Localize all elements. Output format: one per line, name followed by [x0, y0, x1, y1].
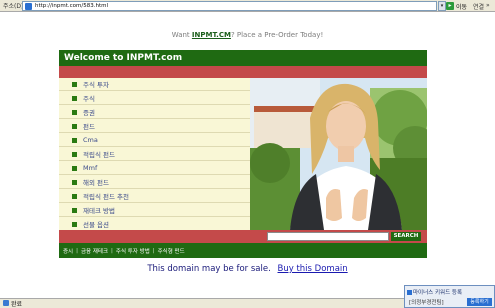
menu-item[interactable]: 해외 펀드 — [59, 176, 250, 189]
buy-domain-link[interactable]: Buy this Domain — [278, 264, 348, 274]
search-input[interactable] — [267, 232, 389, 241]
panel-header: Welcome to INPMT.com — [59, 50, 427, 66]
address-label: 주소(D) — [3, 3, 24, 10]
hero-photo — [250, 78, 427, 230]
menu-item[interactable]: 주식 — [59, 92, 250, 105]
menu-item[interactable]: 펀드 — [59, 120, 250, 133]
parked-domain-panel: Welcome to INPMT.com 주식 투자 주식 증권 펀드 Cma … — [59, 50, 427, 260]
bullet-icon — [72, 95, 77, 101]
go-arrow-icon: ▸ — [446, 2, 454, 10]
keyword-popup: 마이너스 키워드 등록 [의정부경전팀] 등록하기 — [404, 285, 495, 308]
menu-item[interactable]: 적립식 펀드 — [59, 148, 250, 161]
bullet-icon — [72, 109, 77, 115]
category-menu: 주식 투자 주식 증권 펀드 Cma 적립식 펀드 Mmf 해외 펀드 적립식 … — [59, 78, 250, 231]
menu-item-label[interactable]: 적립식 펀드 추천 — [83, 191, 129, 201]
status-text: 완료 — [11, 301, 23, 308]
footer-separator: | — [111, 247, 113, 254]
footer-link[interactable]: 주식형 펀드 — [158, 247, 185, 255]
popup-register-button[interactable]: 등록하기 — [467, 298, 492, 306]
menu-item-label[interactable]: 재테크 방법 — [83, 205, 115, 215]
popup-title: 마이너스 키워드 등록 — [407, 288, 462, 296]
page-favicon-icon — [25, 3, 32, 10]
bullet-icon — [72, 179, 77, 185]
menu-item-label[interactable]: 주식 투자 — [83, 79, 109, 89]
bullet-icon — [72, 207, 77, 213]
footer-link[interactable]: 증시 — [63, 247, 73, 255]
menu-item[interactable]: 재테크 방법 — [59, 204, 250, 217]
footer-links: 증시 | 금융 재테크 | 주식 투자 방법 | 주식형 펀드 — [59, 243, 427, 258]
menu-item[interactable]: 주식 투자 — [59, 78, 250, 91]
footer-link[interactable]: 금융 재테크 — [81, 247, 108, 255]
menu-item-label[interactable]: 해외 펀드 — [83, 177, 109, 187]
bullet-icon — [72, 81, 77, 87]
bullet-icon — [72, 193, 77, 199]
menu-item[interactable]: Mmf — [59, 162, 250, 175]
popup-title-text: 마이너스 키워드 등록 — [413, 290, 463, 296]
go-button[interactable]: ▸ 이동 — [446, 1, 468, 11]
preorder-domain-link[interactable]: INPMT.CM — [192, 31, 231, 39]
domain-sale-line: This domain may be for sale. Buy this Do… — [0, 264, 495, 274]
address-dropdown-icon[interactable]: ▾ — [438, 1, 446, 11]
browser-address-bar: 주소(D) http://inpmt.com/583.html ▾ ▸ 이동 연… — [0, 0, 495, 12]
menu-item-label[interactable]: 펀드 — [83, 121, 95, 131]
search-button[interactable]: SEARCH — [391, 232, 421, 241]
hero-photo-illustration — [250, 78, 427, 230]
bullet-icon — [72, 165, 77, 171]
bullet-icon — [72, 123, 77, 129]
menu-item-label[interactable]: Cma — [83, 136, 98, 144]
search-bar: SEARCH — [59, 230, 427, 243]
preorder-prefix: Want — [171, 31, 192, 39]
menu-item-label[interactable]: 증권 — [83, 107, 95, 117]
bullet-icon — [72, 137, 77, 143]
address-field[interactable]: http://inpmt.com/583.html — [22, 1, 437, 11]
popup-subtitle: [의정부경전팀] — [409, 300, 444, 306]
go-label: 이동 — [456, 3, 468, 11]
preorder-line: Want INPMT.CM? Place a Pre-Order Today! — [0, 31, 495, 39]
links-chevron-icon[interactable]: » — [486, 2, 490, 9]
footer-separator: | — [76, 247, 78, 254]
preorder-suffix: ? Place a Pre-Order Today! — [230, 31, 324, 39]
menu-item-label[interactable]: 적립식 펀드 — [83, 149, 115, 159]
header-accent-bar — [59, 66, 427, 78]
menu-item-label[interactable]: Mmf — [83, 164, 97, 172]
menu-item-label[interactable]: 주식 — [83, 93, 95, 103]
panel-title: Welcome to INPMT.com — [64, 53, 183, 63]
menu-item[interactable]: Cma — [59, 134, 250, 147]
links-button[interactable]: 연결 — [473, 2, 484, 11]
bullet-icon — [72, 221, 77, 227]
footer-link[interactable]: 주식 투자 방법 — [116, 247, 150, 255]
page-done-icon — [3, 300, 9, 306]
footer-separator: | — [152, 247, 155, 254]
menu-item[interactable]: 증권 — [59, 106, 250, 119]
address-url: http://inpmt.com/583.html — [35, 3, 108, 9]
menu-item[interactable]: 적립식 펀드 추천 — [59, 190, 250, 203]
popup-logo-icon — [407, 290, 412, 295]
bullet-icon — [72, 151, 77, 157]
sale-text: This domain may be for sale. — [147, 264, 271, 274]
menu-item-label[interactable]: 선물 옵션 — [83, 219, 109, 229]
